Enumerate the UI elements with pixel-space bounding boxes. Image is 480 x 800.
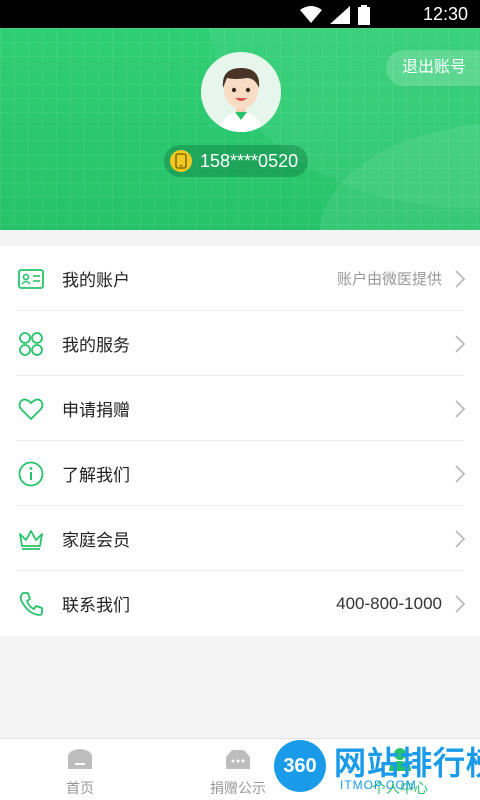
menu-item-label: 了解我们 <box>62 466 130 485</box>
menu-item-label: 我的账户 <box>62 271 130 290</box>
phone-number-pill: 158****0520 <box>164 145 309 177</box>
logout-button[interactable]: 退出账号 <box>385 50 480 86</box>
tab-home[interactable]: 首页 <box>30 747 130 798</box>
chevron-right-icon <box>455 335 466 353</box>
chevron-right-icon <box>455 465 466 483</box>
heart-icon <box>18 398 44 421</box>
tab-label: 首页 <box>66 780 94 796</box>
menu-item-label: 申请捐赠 <box>62 401 130 420</box>
info-icon <box>18 461 44 487</box>
wifi-icon <box>300 6 322 23</box>
id-card-icon <box>18 269 44 289</box>
status-icons <box>300 5 370 25</box>
crown-icon <box>19 530 43 550</box>
menu-item-label: 我的服务 <box>62 336 130 355</box>
contact-phone-number[interactable]: 400-800-1000 <box>336 594 442 614</box>
menu-item-contact[interactable]: 联系我们 400-800-1000 <box>0 571 480 636</box>
menu-item-about[interactable]: 了解我们 <box>0 441 480 506</box>
chevron-right-icon <box>455 595 466 613</box>
menu-item-services[interactable]: 我的服务 <box>0 311 480 376</box>
status-time: 12:30 <box>422 4 468 24</box>
donation-box-icon <box>226 750 250 769</box>
avatar[interactable] <box>201 52 281 132</box>
phone-number: 158****0520 <box>200 150 299 171</box>
menu-item-account[interactable]: 我的账户 账户由微医提供 <box>0 246 480 311</box>
menu-list: 我的账户 账户由微医提供 我的服务 申请捐赠 了解我们 家庭会员 联系我们 40… <box>0 246 480 636</box>
chevron-right-icon <box>455 400 466 418</box>
status-bar: 12:30 <box>0 0 480 28</box>
watermark-subtitle: ITMOP.COM <box>340 778 417 792</box>
avatar-illustration <box>201 52 281 132</box>
profile-header: 退出账号 158****0520 <box>0 28 480 230</box>
menu-item-donate[interactable]: 申请捐赠 <box>0 376 480 441</box>
signal-icon <box>330 6 350 24</box>
apps-icon <box>19 332 43 356</box>
chevron-right-icon <box>455 530 466 548</box>
watermark-badge: 360 <box>274 740 326 792</box>
menu-item-value: 账户由微医提供 <box>336 271 442 288</box>
watermark: 360 网站排行榜 ITMOP.COM <box>270 738 480 800</box>
mobile-phone-icon <box>170 150 192 172</box>
chevron-right-icon <box>455 270 466 288</box>
battery-icon <box>358 5 370 25</box>
menu-item-label: 联系我们 <box>62 596 130 615</box>
menu-item-family-member[interactable]: 家庭会员 <box>0 506 480 571</box>
menu-item-label: 家庭会员 <box>62 531 130 550</box>
home-icon <box>68 749 92 769</box>
phone-icon <box>19 592 43 616</box>
